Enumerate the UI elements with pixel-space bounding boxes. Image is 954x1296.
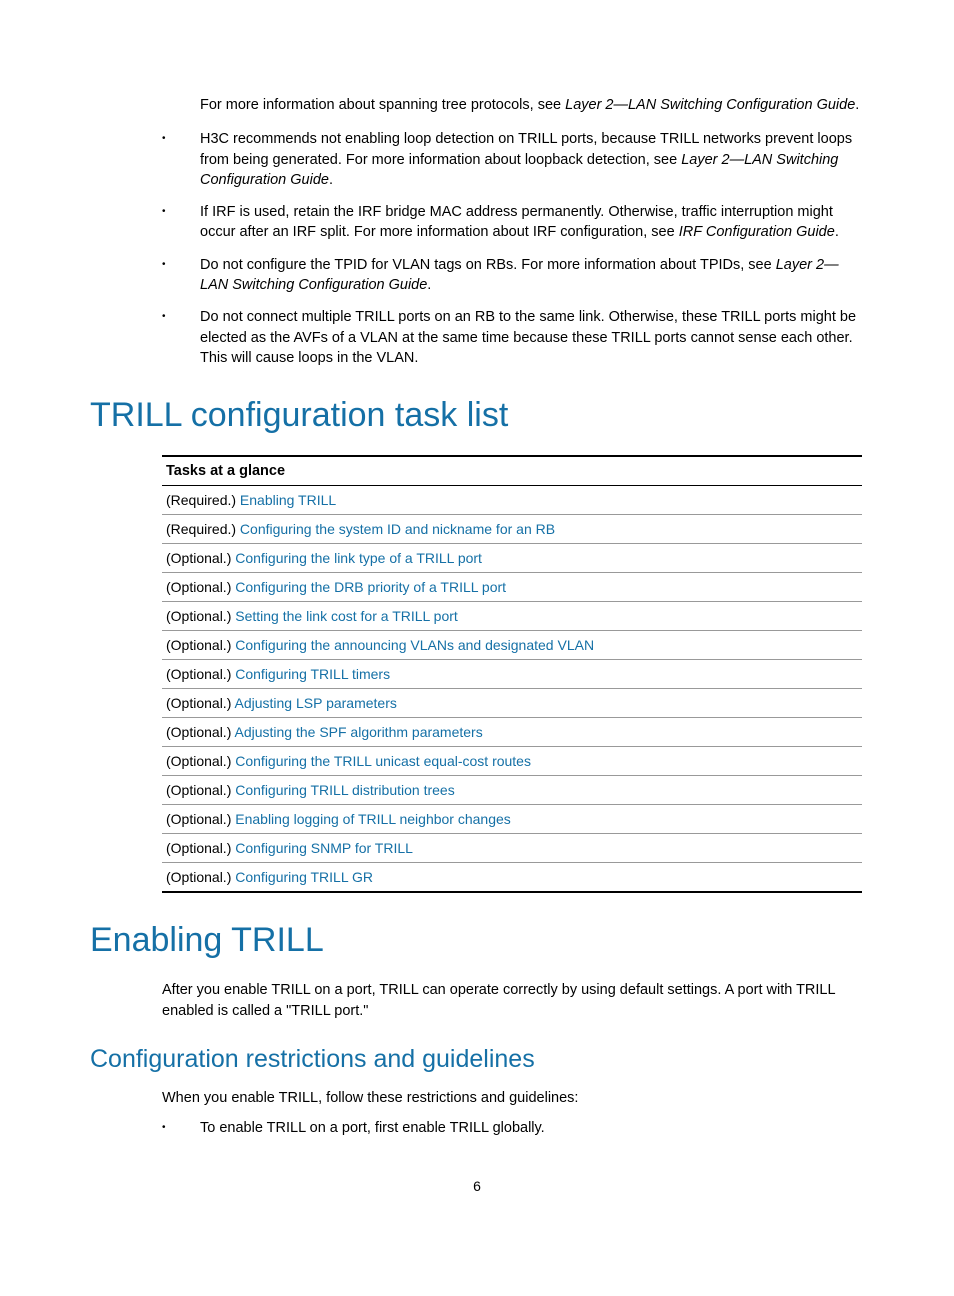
document-page: For more information about spanning tree…	[0, 0, 954, 1234]
task-prefix: (Required.)	[166, 492, 240, 508]
table-row: (Optional.) Configuring the DRB priority…	[162, 573, 862, 602]
table-row: (Optional.) Setting the link cost for a …	[162, 602, 862, 631]
bullet-text: Do not configure the TPID for VLAN tags …	[200, 257, 776, 273]
task-prefix: (Optional.)	[166, 579, 235, 595]
bullet-tail: .	[835, 224, 839, 240]
task-link[interactable]: Configuring the system ID and nickname f…	[240, 521, 555, 537]
task-link[interactable]: Configuring the TRILL unicast equal-cost…	[235, 753, 531, 769]
task-cell: (Optional.) Enabling logging of TRILL ne…	[162, 805, 862, 834]
task-table-header: Tasks at a glance	[162, 456, 862, 486]
continuation-tail: .	[855, 97, 859, 113]
continuation-text: For more information about spanning tree…	[200, 97, 565, 113]
task-link[interactable]: Configuring the DRB priority of a TRILL …	[235, 579, 506, 595]
task-cell: (Required.) Configuring the system ID an…	[162, 515, 862, 544]
bullet-list: H3C recommends not enabling loop detecti…	[90, 129, 864, 368]
page-number: 6	[90, 1178, 864, 1194]
task-prefix: (Optional.)	[166, 666, 235, 682]
task-cell: (Optional.) Configuring the TRILL unicas…	[162, 747, 862, 776]
task-cell: (Optional.) Adjusting LSP parameters	[162, 689, 862, 718]
task-table: Tasks at a glance (Required.) Enabling T…	[162, 455, 862, 893]
task-prefix: (Optional.)	[166, 753, 235, 769]
task-link[interactable]: Setting the link cost for a TRILL port	[235, 608, 458, 624]
table-row: (Optional.) Configuring the TRILL unicas…	[162, 747, 862, 776]
list-item: To enable TRILL on a port, first enable …	[90, 1118, 864, 1138]
task-link[interactable]: Configuring the announcing VLANs and des…	[235, 637, 594, 653]
task-link[interactable]: Adjusting the SPF algorithm parameters	[234, 724, 482, 740]
task-prefix: (Optional.)	[166, 695, 234, 711]
task-link[interactable]: Configuring SNMP for TRILL	[235, 840, 413, 856]
heading-restrictions: Configuration restrictions and guideline…	[90, 1045, 864, 1074]
task-prefix: (Optional.)	[166, 608, 235, 624]
table-row: (Optional.) Adjusting LSP parameters	[162, 689, 862, 718]
task-prefix: (Optional.)	[166, 782, 235, 798]
task-link[interactable]: Configuring TRILL distribution trees	[235, 782, 454, 798]
task-prefix: (Optional.)	[166, 869, 235, 885]
task-link[interactable]: Configuring the link type of a TRILL por…	[235, 550, 482, 566]
list-item: H3C recommends not enabling loop detecti…	[90, 129, 864, 190]
bullet-reference: IRF Configuration Guide	[679, 224, 835, 240]
task-link[interactable]: Configuring TRILL GR	[235, 869, 373, 885]
table-row: (Optional.) Configuring TRILL distributi…	[162, 776, 862, 805]
task-prefix: (Optional.)	[166, 637, 235, 653]
task-cell: (Optional.) Configuring SNMP for TRILL	[162, 834, 862, 863]
table-row: (Optional.) Configuring TRILL GR	[162, 863, 862, 893]
table-row: (Optional.) Configuring the announcing V…	[162, 631, 862, 660]
table-row: (Optional.) Configuring the link type of…	[162, 544, 862, 573]
task-cell: (Optional.) Configuring the DRB priority…	[162, 573, 862, 602]
bullet-text: Do not connect multiple TRILL ports on a…	[200, 309, 856, 366]
continuation-ref: Layer 2—LAN Switching Configuration Guid…	[565, 97, 855, 113]
task-cell: (Optional.) Adjusting the SPF algorithm …	[162, 718, 862, 747]
table-row: (Optional.) Enabling logging of TRILL ne…	[162, 805, 862, 834]
table-row: (Required.) Configuring the system ID an…	[162, 515, 862, 544]
list-item: If IRF is used, retain the IRF bridge MA…	[90, 202, 864, 243]
list-item: Do not configure the TPID for VLAN tags …	[90, 255, 864, 296]
heading-enabling: Enabling TRILL	[90, 921, 864, 960]
task-cell: (Optional.) Configuring the announcing V…	[162, 631, 862, 660]
continuation-paragraph: For more information about spanning tree…	[200, 95, 864, 115]
task-cell: (Required.) Enabling TRILL	[162, 486, 862, 515]
bullet-tail: .	[427, 277, 431, 293]
task-prefix: (Optional.)	[166, 811, 235, 827]
task-cell: (Optional.) Configuring TRILL GR	[162, 863, 862, 893]
bullet-tail: .	[329, 172, 333, 188]
task-link[interactable]: Enabling logging of TRILL neighbor chang…	[235, 811, 511, 827]
list-item: Do not connect multiple TRILL ports on a…	[90, 307, 864, 368]
heading-tasklist: TRILL configuration task list	[90, 396, 864, 435]
task-cell: (Optional.) Setting the link cost for a …	[162, 602, 862, 631]
restrictions-bullet-text: To enable TRILL on a port, first enable …	[200, 1120, 545, 1136]
table-row: (Optional.) Configuring TRILL timers	[162, 660, 862, 689]
task-prefix: (Optional.)	[166, 550, 235, 566]
restrictions-paragraph: When you enable TRILL, follow these rest…	[162, 1088, 864, 1108]
task-cell: (Optional.) Configuring TRILL distributi…	[162, 776, 862, 805]
task-link[interactable]: Enabling TRILL	[240, 492, 336, 508]
task-prefix: (Optional.)	[166, 724, 234, 740]
task-prefix: (Optional.)	[166, 840, 235, 856]
task-cell: (Optional.) Configuring the link type of…	[162, 544, 862, 573]
table-row: (Optional.) Adjusting the SPF algorithm …	[162, 718, 862, 747]
task-prefix: (Required.)	[166, 521, 240, 537]
task-link[interactable]: Adjusting LSP parameters	[234, 695, 396, 711]
table-row: (Required.) Enabling TRILL	[162, 486, 862, 515]
task-link[interactable]: Configuring TRILL timers	[235, 666, 390, 682]
task-cell: (Optional.) Configuring TRILL timers	[162, 660, 862, 689]
table-row: (Optional.) Configuring SNMP for TRILL	[162, 834, 862, 863]
restrictions-bullet-list: To enable TRILL on a port, first enable …	[90, 1118, 864, 1138]
enabling-paragraph: After you enable TRILL on a port, TRILL …	[162, 980, 864, 1021]
